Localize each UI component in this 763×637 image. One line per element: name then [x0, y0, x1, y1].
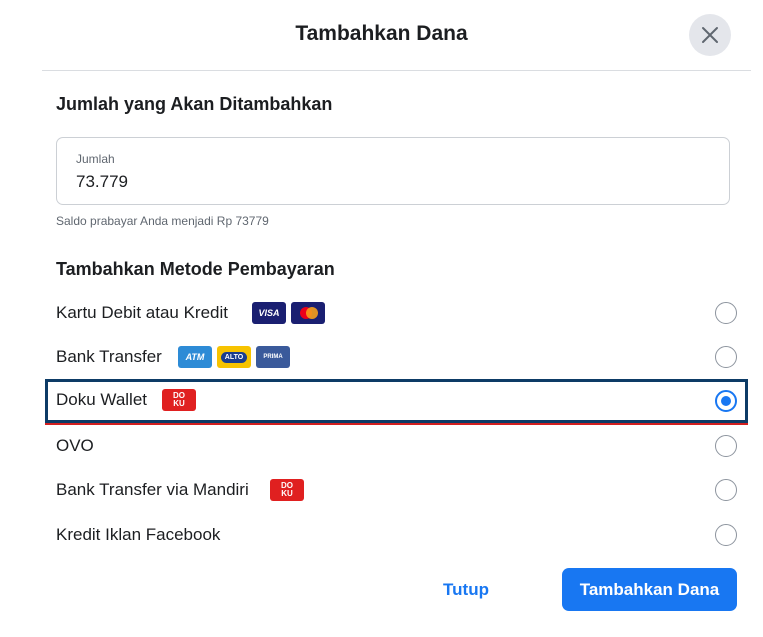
amount-heading: Jumlah yang Akan Ditambahkan	[56, 94, 333, 114]
payment-option-facebook-credit[interactable]: Kredit Iklan Facebook	[45, 514, 748, 558]
doku-logo: DO KU	[270, 479, 304, 501]
dialog-header: Tambahkan Dana	[0, 0, 763, 72]
bank-logos: ATM ALTO PRIMA	[178, 346, 290, 370]
radio-button-selected[interactable]	[715, 390, 737, 412]
atm-bersama-logo: ATM	[178, 346, 212, 368]
prima-logo: PRIMA	[256, 346, 290, 368]
close-button[interactable]	[689, 14, 731, 56]
payment-option-ovo[interactable]: OVO	[45, 425, 748, 469]
radio-button[interactable]	[715, 346, 737, 368]
radio-button[interactable]	[715, 435, 737, 457]
payment-method-heading: Tambahkan Metode Pembayaran	[56, 259, 335, 279]
option-label: Bank Transfer	[56, 347, 162, 366]
option-label: Bank Transfer via Mandiri	[56, 480, 249, 499]
payment-option-bank-transfer[interactable]: Bank Transfer ATM ALTO PRIMA	[45, 336, 748, 380]
option-label: Doku Wallet	[56, 390, 148, 409]
header-divider	[42, 70, 751, 71]
card-logos: VISA	[252, 302, 325, 326]
doku-logos: DO KU	[162, 389, 196, 413]
amount-input[interactable]: 73.779	[76, 172, 128, 192]
add-funds-button[interactable]: Tambahkan Dana	[562, 568, 737, 611]
payment-option-doku-wallet[interactable]: Doku Wallet DO KU	[45, 379, 748, 425]
alto-logo: ALTO	[217, 346, 251, 368]
doku-logo: DO KU	[162, 389, 196, 411]
payment-option-mandiri[interactable]: Bank Transfer via Mandiri DO KU	[45, 469, 748, 513]
radio-dot	[721, 396, 731, 406]
option-label: Kartu Debit atau Kredit	[56, 303, 228, 322]
balance-helper-text: Saldo prabayar Anda menjadi Rp 73779	[56, 214, 269, 228]
close-dialog-button[interactable]: Tutup	[424, 570, 508, 610]
mastercard-logo	[291, 302, 325, 324]
doku-logos: DO KU	[270, 479, 304, 503]
visa-logo: VISA	[252, 302, 286, 324]
radio-button[interactable]	[715, 302, 737, 324]
radio-button[interactable]	[715, 479, 737, 501]
amount-field-label: Jumlah	[76, 152, 115, 166]
amount-field[interactable]: Jumlah 73.779	[56, 137, 730, 205]
option-label: Kredit Iklan Facebook	[56, 525, 221, 544]
close-icon	[702, 27, 718, 43]
option-label: OVO	[56, 436, 94, 455]
dialog-title: Tambahkan Dana	[295, 22, 468, 45]
payment-option-card[interactable]: Kartu Debit atau Kredit VISA	[45, 292, 748, 336]
radio-button[interactable]	[715, 524, 737, 546]
add-funds-dialog: Tambahkan Dana Jumlah yang Akan Ditambah…	[0, 0, 763, 637]
